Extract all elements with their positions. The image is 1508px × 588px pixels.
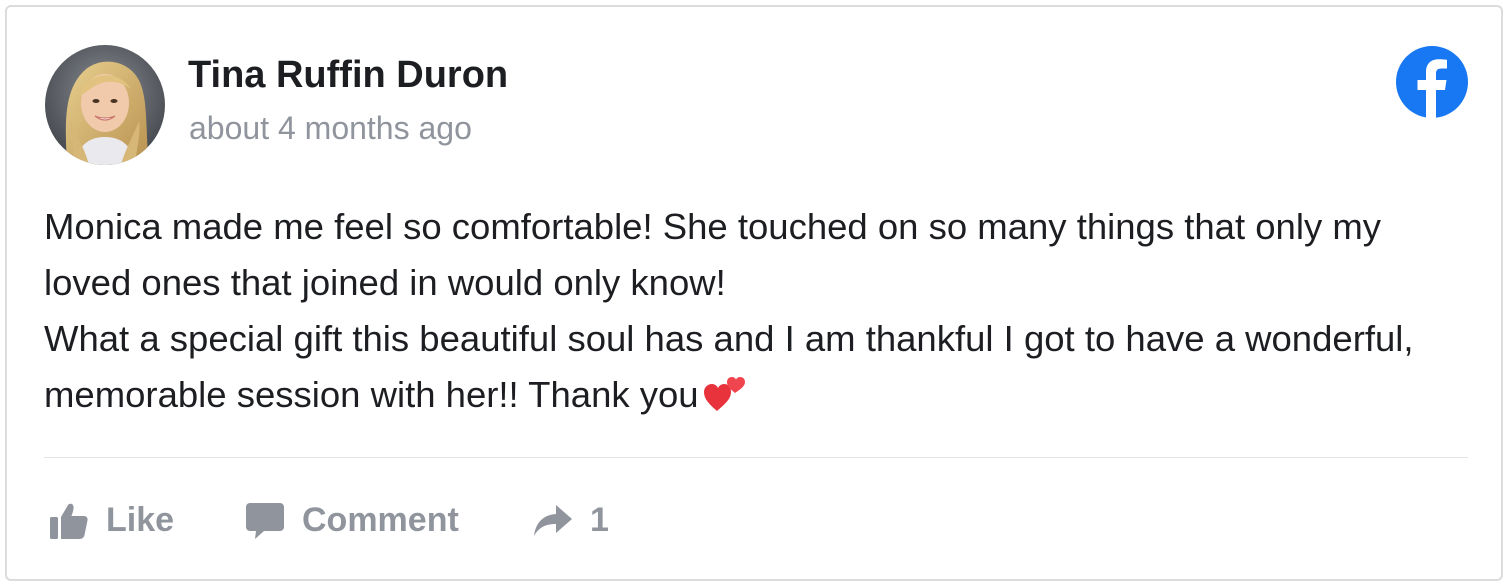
share-count: 1 (590, 501, 609, 539)
divider (44, 457, 1468, 458)
comment-button[interactable]: Comment (246, 501, 459, 540)
thumbs-up-icon (50, 503, 88, 539)
share-arrow-icon (534, 504, 572, 537)
like-button[interactable]: Like (50, 501, 174, 540)
share-button[interactable]: 1 (534, 501, 609, 540)
facebook-logo-icon[interactable] (1395, 45, 1469, 119)
review-paragraph-2: What a special gift this beautiful soul … (44, 311, 1474, 431)
speech-bubble-icon (246, 502, 284, 539)
author-avatar[interactable] (45, 45, 165, 165)
review-paragraph-1: Monica made me feel so comfortable! She … (44, 206, 1382, 303)
author-name[interactable]: Tina Ruffin Duron (188, 54, 508, 97)
like-label: Like (106, 501, 175, 539)
review-text: Monica made me feel so comfortable! She … (44, 199, 1474, 431)
avatar-photo (45, 45, 165, 165)
post-timestamp[interactable]: about 4 months ago (189, 110, 472, 147)
two-hearts-icon (703, 371, 747, 431)
comment-label: Comment (302, 501, 459, 539)
review-card: Tina Ruffin Duron about 4 months ago Mon… (5, 5, 1503, 581)
